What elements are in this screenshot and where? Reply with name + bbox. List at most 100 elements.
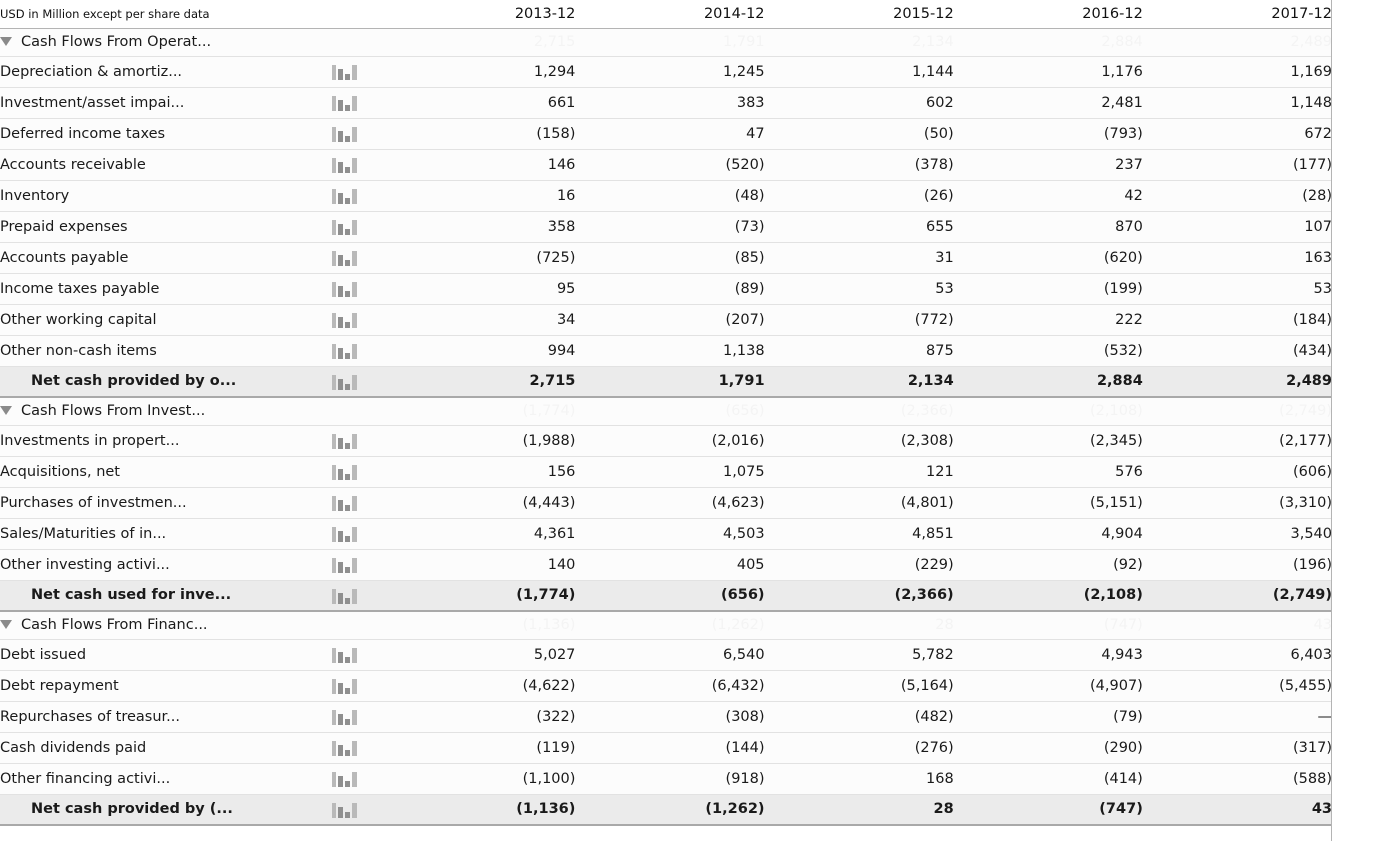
- table-row[interactable]: Prepaid expenses 358 (73) 655 870 107: [0, 211, 1332, 243]
- bar-chart-icon[interactable]: [332, 282, 358, 297]
- row-label[interactable]: Repurchases of treasur...: [0, 701, 333, 733]
- table-row[interactable]: Income taxes payable 95 (89) 53 (199) 53: [0, 273, 1332, 305]
- bar-chart-icon[interactable]: [332, 558, 358, 573]
- sparkline-cell[interactable]: [332, 456, 387, 488]
- row-label[interactable]: Debt issued: [0, 639, 333, 671]
- row-label[interactable]: Accounts payable: [0, 242, 333, 274]
- row-label[interactable]: Investment/asset impai...: [0, 87, 333, 119]
- bar-chart-icon[interactable]: [332, 496, 358, 511]
- table-row[interactable]: Investments in propert... (1,988) (2,016)(…: [0, 425, 1332, 457]
- total-row-label[interactable]: Net cash provided by (...: [0, 794, 333, 826]
- bar-chart-icon[interactable]: [332, 220, 358, 235]
- bar-chart-icon[interactable]: [332, 710, 358, 725]
- column-header-period[interactable]: 2015-12: [764, 0, 954, 29]
- section-title-cell[interactable]: Cash Flows From Operat...: [0, 28, 333, 57]
- row-label[interactable]: Sales/Maturities of in...: [0, 518, 333, 550]
- table-row[interactable]: Sales/Maturities of in... 4,361 4,503 4,851…: [0, 518, 1332, 550]
- bar-chart-icon[interactable]: [332, 802, 358, 818]
- sparkline-cell[interactable]: [332, 149, 387, 181]
- sparkline-cell[interactable]: [332, 304, 387, 336]
- table-row[interactable]: Debt repayment (4,622) (6,432) (5,164) (4,90…: [0, 670, 1332, 702]
- row-label[interactable]: Other working capital: [0, 304, 333, 336]
- table-row[interactable]: Other investing activi... 140 405 (229) (92)…: [0, 549, 1332, 581]
- bar-chart-icon[interactable]: [332, 772, 358, 787]
- column-header-period[interactable]: 2013-12: [386, 0, 576, 29]
- sparkline-cell[interactable]: [332, 87, 387, 119]
- bar-chart-icon[interactable]: [332, 741, 358, 756]
- bar-chart-icon[interactable]: [332, 127, 358, 142]
- bar-chart-icon[interactable]: [332, 527, 358, 542]
- section-total-row[interactable]: Net cash provided by (... (1,136) (1,262) 2…: [0, 794, 1332, 826]
- bar-chart-icon[interactable]: [332, 251, 358, 266]
- table-row[interactable]: Cash dividends paid (119) (144) (276) (290)(…: [0, 732, 1332, 764]
- section-title-cell[interactable]: Cash Flows From Invest...: [0, 397, 333, 426]
- bar-chart-icon[interactable]: [332, 189, 358, 204]
- sparkline-cell[interactable]: [332, 335, 387, 367]
- bar-chart-icon[interactable]: [332, 344, 358, 359]
- table-row[interactable]: Other working capital 34 (207) (772) 222 (184…: [0, 304, 1332, 336]
- sparkline-cell[interactable]: [332, 366, 387, 398]
- sparkline-cell[interactable]: [332, 56, 387, 88]
- bar-chart-icon[interactable]: [332, 374, 358, 390]
- table-row[interactable]: Inventory 16 (48) (26) 42 (28): [0, 180, 1332, 212]
- row-label[interactable]: Prepaid expenses: [0, 211, 333, 243]
- row-label[interactable]: Purchases of investmen...: [0, 487, 333, 519]
- table-row[interactable]: Purchases of investmen... (4,443) (4,623)(…: [0, 487, 1332, 519]
- sparkline-cell[interactable]: [332, 794, 387, 826]
- section-title-cell[interactable]: Cash Flows From Financ...: [0, 611, 333, 640]
- sparkline-cell[interactable]: [332, 425, 387, 457]
- caret-down-icon[interactable]: [0, 405, 12, 415]
- row-label[interactable]: Accounts receivable: [0, 149, 333, 181]
- table-row[interactable]: Accounts receivable 146 (520) (378) 237 (177): [0, 149, 1332, 181]
- table-row[interactable]: Repurchases of treasur... (322) (308) (482)…: [0, 701, 1332, 733]
- section-header-row[interactable]: Cash Flows From Operat... 2,715 1,791 2,134…: [0, 28, 1332, 57]
- row-label[interactable]: Other financing activi...: [0, 763, 333, 795]
- sparkline-cell[interactable]: [332, 732, 387, 764]
- sparkline-cell[interactable]: [332, 518, 387, 550]
- sparkline-cell[interactable]: [332, 763, 387, 795]
- table-row[interactable]: Other non-cash items 994 1,138 875 (532) (434…: [0, 335, 1332, 367]
- sparkline-cell[interactable]: [332, 242, 387, 274]
- row-label[interactable]: Deferred income taxes: [0, 118, 333, 150]
- row-label[interactable]: Debt repayment: [0, 670, 333, 702]
- sparkline-cell[interactable]: [332, 211, 387, 243]
- row-label[interactable]: Depreciation & amortiz...: [0, 56, 333, 88]
- column-header-period[interactable]: 2017-12: [1142, 0, 1332, 29]
- sparkline-cell[interactable]: [332, 273, 387, 305]
- total-row-label[interactable]: Net cash provided by o...: [0, 366, 333, 398]
- bar-chart-icon[interactable]: [332, 679, 358, 694]
- bar-chart-icon[interactable]: [332, 65, 358, 80]
- sparkline-cell[interactable]: [332, 639, 387, 671]
- column-header-period[interactable]: 2014-12: [575, 0, 765, 29]
- table-row[interactable]: Investment/asset impai... 661 383 602 2,481 1…: [0, 87, 1332, 119]
- sparkline-cell[interactable]: [332, 118, 387, 150]
- section-total-row[interactable]: Net cash used for inve... (1,774) (656) (2,…: [0, 580, 1332, 612]
- sparkline-cell[interactable]: [332, 180, 387, 212]
- sparkline-cell[interactable]: [332, 487, 387, 519]
- bar-chart-icon[interactable]: [332, 434, 358, 449]
- row-label[interactable]: Investments in propert...: [0, 425, 333, 457]
- column-header-period[interactable]: 2016-12: [953, 0, 1143, 29]
- row-label[interactable]: Income taxes payable: [0, 273, 333, 305]
- bar-chart-icon[interactable]: [332, 96, 358, 111]
- section-total-row[interactable]: Net cash provided by o... 2,715 1,791 2,134…: [0, 366, 1332, 398]
- sparkline-cell[interactable]: [332, 701, 387, 733]
- row-label[interactable]: Acquisitions, net: [0, 456, 333, 488]
- section-header-row[interactable]: Cash Flows From Financ... (1,136) (1,262) 2…: [0, 611, 1332, 640]
- sparkline-cell[interactable]: [332, 670, 387, 702]
- bar-chart-icon[interactable]: [332, 313, 358, 328]
- table-row[interactable]: Accounts payable (725) (85) 31 (620) 163: [0, 242, 1332, 274]
- section-header-row[interactable]: Cash Flows From Invest... (1,774) (656) (2,…: [0, 397, 1332, 426]
- total-row-label[interactable]: Net cash used for inve...: [0, 580, 333, 612]
- bar-chart-icon[interactable]: [332, 465, 358, 480]
- bar-chart-icon[interactable]: [332, 588, 358, 604]
- row-label[interactable]: Other non-cash items: [0, 335, 333, 367]
- bar-chart-icon[interactable]: [332, 158, 358, 173]
- table-row[interactable]: Depreciation & amortiz... 1,294 1,245 1,144…: [0, 56, 1332, 88]
- row-label[interactable]: Other investing activi...: [0, 549, 333, 581]
- table-row[interactable]: Debt issued 5,027 6,540 5,782 4,943 6,403: [0, 639, 1332, 671]
- sparkline-cell[interactable]: [332, 549, 387, 581]
- bar-chart-icon[interactable]: [332, 648, 358, 663]
- table-row[interactable]: Deferred income taxes (158) 47 (50) (793) 672: [0, 118, 1332, 150]
- table-row[interactable]: Other financing activi... (1,100) (918) 168…: [0, 763, 1332, 795]
